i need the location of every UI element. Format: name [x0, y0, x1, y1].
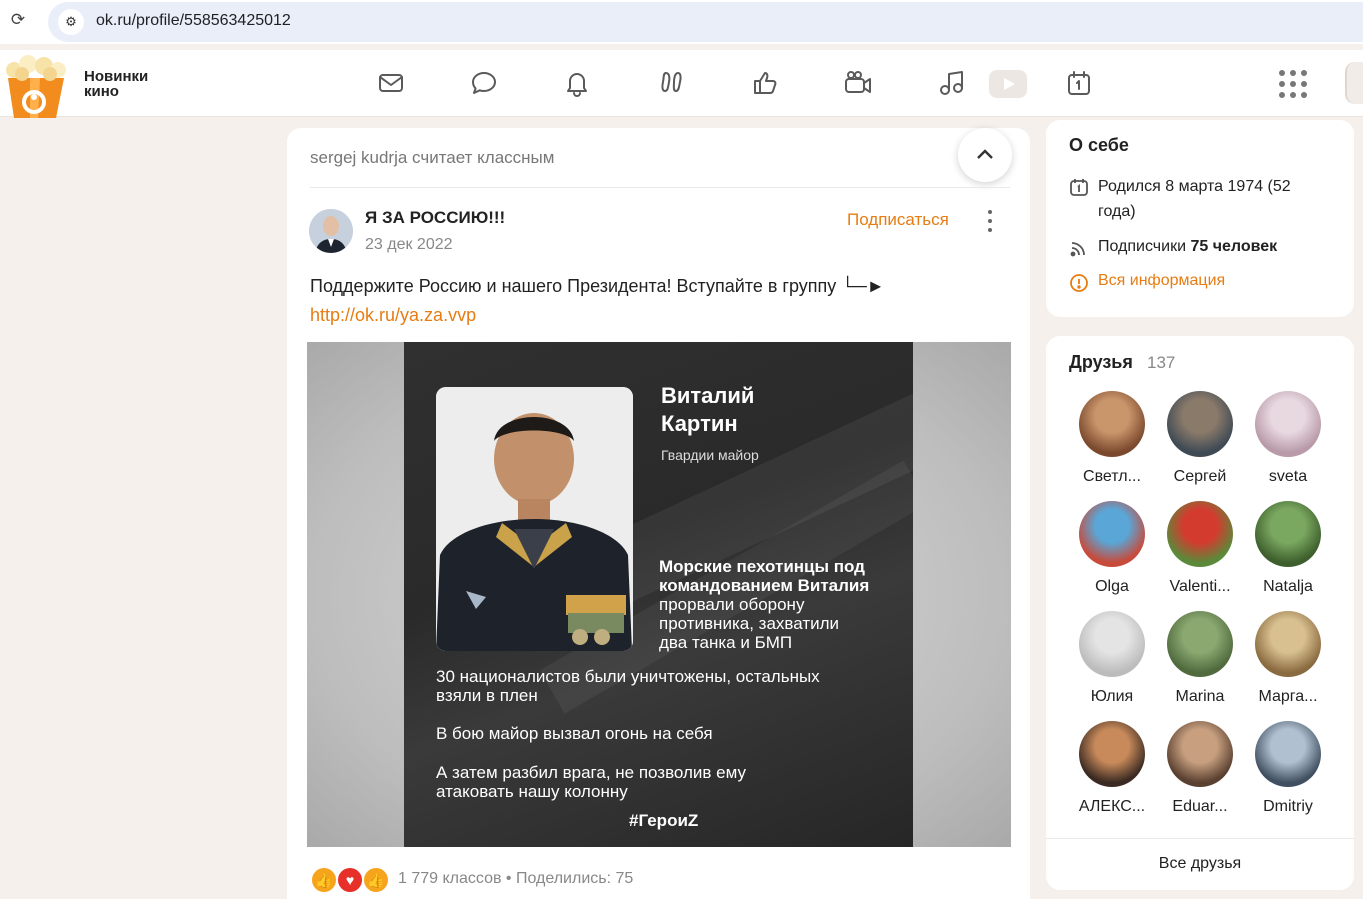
friend-item[interactable]: Dmitriy: [1245, 721, 1331, 816]
friend-avatar[interactable]: [1079, 391, 1145, 457]
friend-item[interactable]: Marina: [1157, 611, 1243, 706]
friend-name: Светл...: [1083, 468, 1141, 485]
poster-hashtag: #ГероиZ: [629, 811, 699, 830]
all-info-link[interactable]: Вся информация: [1098, 272, 1225, 290]
all-friends-button[interactable]: Все друзья: [1046, 855, 1354, 873]
brand-text[interactable]: Новинки кино: [84, 69, 148, 99]
poster-paragraph: В бою майор вызвал огонь на себя: [436, 724, 713, 743]
subscribers-info[interactable]: Подписчики 75 человек: [1098, 234, 1277, 259]
more-options-icon[interactable]: [983, 210, 997, 232]
post-stats[interactable]: 1 779 классов • Поделились: 75: [398, 870, 633, 888]
divider: [310, 187, 1010, 188]
reload-icon[interactable]: ⟳: [8, 10, 28, 30]
friends-title[interactable]: Друзья: [1069, 352, 1133, 373]
friend-avatar[interactable]: [1255, 611, 1321, 677]
friend-item[interactable]: Сергей: [1157, 391, 1243, 486]
friend-avatar[interactable]: [1167, 611, 1233, 677]
poster-body-text: прорвали оборону противника, захватили д…: [659, 595, 840, 652]
about-title: О себе: [1069, 135, 1129, 155]
friend-item[interactable]: Светл...: [1069, 391, 1155, 486]
chat-icon[interactable]: [467, 66, 501, 100]
birth-info: Родился 8 марта 1974 (52 года): [1098, 178, 1291, 220]
friend-avatar[interactable]: [1167, 721, 1233, 787]
guests-icon[interactable]: [655, 66, 689, 100]
ok-logo-icon[interactable]: [0, 52, 78, 118]
friend-name: Natalja: [1263, 578, 1313, 595]
friend-name: Сергей: [1173, 468, 1227, 485]
friend-item[interactable]: Natalja: [1245, 501, 1331, 596]
post-text: Поддержите Россию и нашего Президента! В…: [310, 276, 885, 296]
klass-reaction-icon: 👍: [362, 866, 390, 894]
friend-item[interactable]: АЛЕКС...: [1069, 721, 1155, 816]
klass-notice[interactable]: sergej kudrja считает классным: [310, 148, 554, 168]
video-icon[interactable]: [989, 70, 1027, 98]
url-text[interactable]: ok.ru/profile/558563425012: [96, 12, 291, 30]
chevron-up-icon: [977, 149, 993, 159]
friend-avatar[interactable]: [1167, 501, 1233, 567]
friend-name: Марга...: [1258, 688, 1318, 705]
calendar-icon[interactable]: [1062, 66, 1096, 100]
friend-avatar[interactable]: [1079, 721, 1145, 787]
soldier-photo: [436, 387, 633, 651]
rss-icon: [1069, 238, 1089, 258]
like-icon[interactable]: [748, 66, 782, 100]
poster-bold-text: Морские пехотинцы под командованием Вита…: [659, 557, 870, 595]
site-settings-icon[interactable]: ⚙: [58, 9, 84, 35]
post-author-avatar[interactable]: [309, 209, 353, 253]
friend-name: АЛЕКС...: [1078, 798, 1146, 815]
friend-name: Olga: [1095, 578, 1129, 595]
friend-item[interactable]: Valenti...: [1157, 501, 1243, 596]
friend-avatar[interactable]: [1079, 611, 1145, 677]
friend-name: Юлия: [1090, 688, 1134, 705]
poster-name: Виталий Картин: [661, 383, 755, 436]
side-panel-edge[interactable]: [1345, 62, 1363, 104]
friend-name: Marina: [1175, 688, 1225, 705]
mail-icon[interactable]: [374, 66, 408, 100]
reactions[interactable]: 👍 ♥ 👍: [310, 866, 394, 894]
friend-avatar[interactable]: [1255, 501, 1321, 567]
friend-avatar[interactable]: [1167, 391, 1233, 457]
friend-name: Valenti...: [1169, 578, 1231, 595]
friend-item[interactable]: Юлия: [1069, 611, 1155, 706]
friend-item[interactable]: Olga: [1069, 501, 1155, 596]
divider: [1046, 838, 1354, 839]
music-icon[interactable]: [934, 66, 968, 100]
friend-avatar[interactable]: [1255, 391, 1321, 457]
poster-paragraph: А затем разбил врага, не позволив ему ат…: [436, 763, 747, 801]
subscribe-button[interactable]: Подписаться: [847, 210, 949, 230]
post-author-name[interactable]: Я ЗА РОССИЮ!!!: [365, 208, 505, 228]
friend-name: sveta: [1268, 468, 1308, 485]
friend-name: Eduar...: [1172, 798, 1228, 815]
friends-count: 137: [1147, 353, 1176, 372]
camera-icon[interactable]: [841, 66, 875, 100]
calendar-icon: [1069, 177, 1089, 197]
friend-item[interactable]: sveta: [1245, 391, 1331, 486]
love-reaction-icon: ♥: [336, 866, 364, 894]
scroll-up-button[interactable]: [958, 128, 1012, 182]
friend-avatar[interactable]: [1079, 501, 1145, 567]
browser-bar: ⟳ ⚙ ok.ru/profile/558563425012: [0, 0, 1363, 44]
post-link[interactable]: http://ok.ru/ya.za.vvp: [310, 305, 476, 326]
friend-name: Dmitriy: [1263, 798, 1313, 815]
poster-paragraph: 30 националистов были уничтожены, осталь…: [436, 667, 820, 705]
klass-reaction-icon: 👍: [310, 866, 338, 894]
post-date: 23 дек 2022: [365, 236, 453, 253]
apps-grid-icon[interactable]: [1279, 70, 1307, 98]
poster-rank: Гвардии майор: [661, 447, 759, 463]
friend-item[interactable]: Eduar...: [1157, 721, 1243, 816]
friend-item[interactable]: Марга...: [1245, 611, 1331, 706]
friend-avatar[interactable]: [1255, 721, 1321, 787]
info-icon: [1069, 273, 1089, 293]
bell-icon[interactable]: [560, 66, 594, 100]
